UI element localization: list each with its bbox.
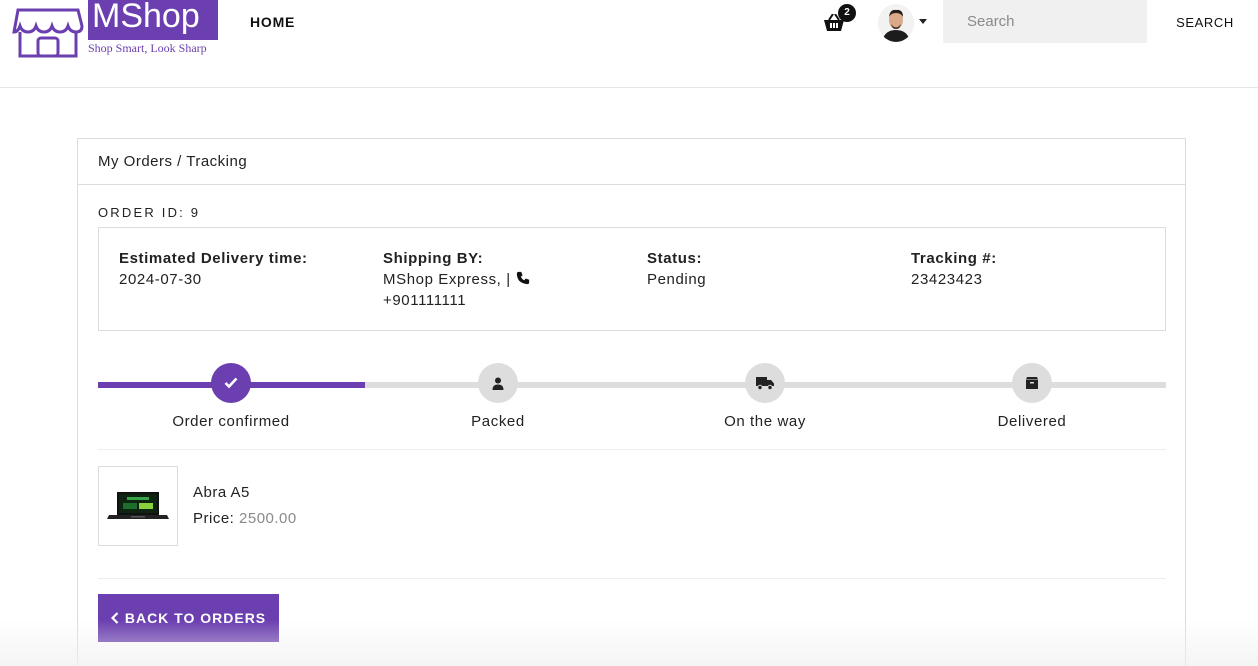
shipping-value: MShop Express, | — [383, 271, 511, 288]
brand-name: MShop — [88, 0, 218, 40]
back-to-orders-button[interactable]: BACK TO ORDERS — [98, 594, 279, 642]
shipping-info: Shipping BY: MShop Express, | +901111111 — [383, 248, 543, 311]
divider — [98, 449, 1166, 450]
tracking-info: Tracking #: 23423423 — [911, 248, 1151, 290]
step-circle — [1012, 363, 1052, 403]
laptop-image — [107, 492, 169, 519]
user-icon — [492, 377, 504, 390]
search-button[interactable]: SEARCH — [1160, 13, 1250, 31]
phone-icon — [516, 271, 529, 285]
shipping-phone: +901111111 — [383, 292, 467, 309]
status-label: Status: — [647, 250, 703, 267]
step-circle — [745, 363, 785, 403]
delivery-label: Estimated Delivery time: — [119, 250, 308, 267]
divider — [98, 578, 1166, 579]
status-value: Pending — [647, 271, 707, 288]
brand-logo[interactable]: MShop Shop Smart, Look Sharp — [8, 0, 218, 60]
truck-icon — [756, 377, 774, 390]
back-button-label: BACK TO ORDERS — [124, 610, 267, 626]
step-packed: Packed — [418, 363, 578, 430]
user-menu-caret-icon[interactable] — [919, 19, 927, 24]
order-tracking-card: My Orders / Tracking ORDER ID: 9 Estimat… — [77, 138, 1186, 666]
brand-tagline: Shop Smart, Look Sharp — [88, 41, 207, 55]
tracking-label: Tracking #: — [911, 250, 997, 267]
product-price: Price: 2500.00 — [193, 510, 297, 527]
tracking-value: 23423423 — [911, 271, 983, 288]
chevron-left-icon — [110, 612, 119, 624]
step-on-the-way: On the way — [685, 363, 845, 430]
user-avatar[interactable] — [878, 4, 914, 42]
step-order-confirmed: Order confirmed — [151, 363, 311, 430]
price-label: Price: — [193, 510, 235, 527]
cart-count-badge: 2 — [838, 4, 856, 22]
cart-button[interactable]: 2 — [823, 4, 859, 36]
price-value: 2500.00 — [239, 510, 297, 527]
order-info-box: Estimated Delivery time: 2024-07-30 Ship… — [98, 227, 1166, 331]
nav-home-link[interactable]: HOME — [250, 14, 295, 30]
product-thumbnail[interactable] — [98, 466, 178, 546]
avatar-image — [878, 4, 914, 42]
shipping-label: Shipping BY: — [383, 250, 484, 267]
search-input[interactable] — [943, 0, 1147, 43]
status-info: Status: Pending — [647, 248, 887, 290]
delivery-value: 2024-07-30 — [119, 271, 202, 288]
step-label: Delivered — [997, 413, 1067, 430]
step-label: On the way — [724, 413, 806, 430]
navbar: MShop Shop Smart, Look Sharp HOME 2 SEAR… — [0, 0, 1258, 88]
order-id: ORDER ID: 9 — [98, 205, 201, 220]
step-circle — [478, 363, 518, 403]
step-delivered: Delivered — [952, 363, 1112, 430]
breadcrumb: My Orders / Tracking — [78, 139, 1185, 185]
tracking-progress: Order confirmed Packed On the way Delive… — [98, 363, 1166, 443]
step-label: Packed — [471, 413, 525, 430]
check-icon — [224, 377, 238, 389]
delivery-info: Estimated Delivery time: 2024-07-30 — [119, 248, 359, 290]
box-icon — [1026, 377, 1038, 389]
store-icon — [12, 8, 84, 58]
step-label: Order confirmed — [172, 413, 290, 430]
product-name: Abra A5 — [193, 484, 250, 501]
step-circle — [211, 363, 251, 403]
